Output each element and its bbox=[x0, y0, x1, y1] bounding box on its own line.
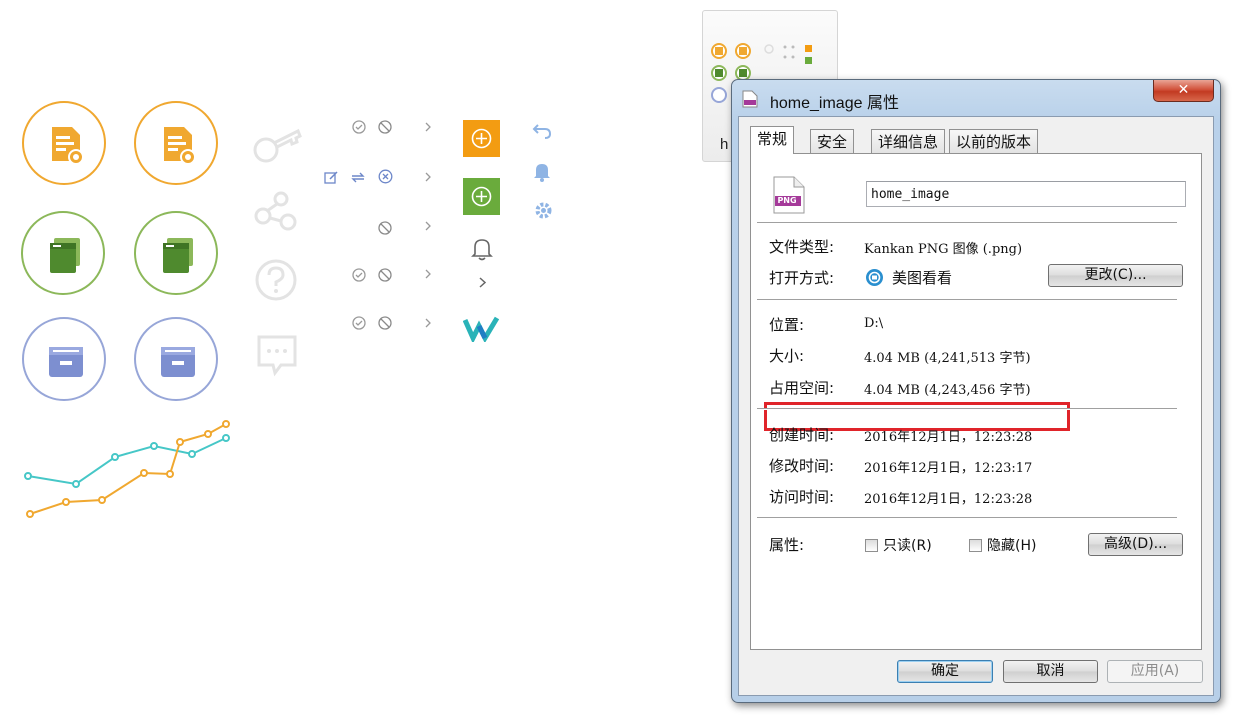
open-with-label: 打开方式: bbox=[769, 269, 835, 287]
share-nodes-icon bbox=[254, 191, 297, 231]
accessed-value: 2016年12月1日，12:23:28 bbox=[864, 492, 1033, 507]
modified-value: 2016年12月1日，12:23:17 bbox=[864, 461, 1033, 476]
size-value: 4.04 MB (4,241,513 字节) bbox=[864, 351, 1031, 366]
chevron-right-icon bbox=[425, 318, 431, 328]
chevron-right-icon bbox=[479, 277, 487, 288]
close-button[interactable]: ✕ bbox=[1153, 80, 1214, 102]
line-graph-decoration-icon bbox=[24, 420, 230, 518]
tab-details[interactable]: 详细信息 bbox=[871, 129, 946, 153]
png-file-icon bbox=[742, 90, 758, 108]
archive-box-icon bbox=[134, 317, 218, 401]
readonly-label[interactable]: 只读(R) bbox=[883, 535, 932, 555]
cancel-button[interactable]: 取消 bbox=[1003, 660, 1098, 683]
divider bbox=[757, 222, 1177, 224]
file-type-value: Kankan PNG 图像 (.png) bbox=[864, 242, 1023, 257]
change-button[interactable]: 更改(C)... bbox=[1048, 264, 1183, 287]
apply-button[interactable]: 应用(A) bbox=[1107, 660, 1203, 683]
filename-input[interactable] bbox=[866, 181, 1186, 207]
check-circle-icon bbox=[352, 268, 366, 282]
divider bbox=[757, 517, 1177, 519]
ban-icon bbox=[378, 268, 392, 282]
location-value: D:\ bbox=[864, 316, 884, 331]
key-icon bbox=[253, 128, 302, 163]
attributes-label: 属性: bbox=[769, 536, 805, 554]
divider bbox=[757, 299, 1177, 301]
file-type-label: 文件类型: bbox=[769, 238, 835, 256]
dialog-client-area: 常规 安全 详细信息 以前的版本 PNG 文件类型: Kankan PNG 图像… bbox=[738, 116, 1214, 696]
bell-outline-icon bbox=[471, 239, 493, 261]
ban-icon bbox=[378, 120, 392, 134]
size-on-disk-label: 占用空间: bbox=[769, 379, 835, 397]
ban-icon bbox=[378, 316, 392, 330]
folder-stack-icon bbox=[134, 211, 218, 295]
size-on-disk-value: 4.04 MB (4,243,456 字节) bbox=[864, 383, 1031, 398]
chevron-right-icon bbox=[425, 172, 431, 182]
chevron-right-icon bbox=[425, 122, 431, 132]
divider bbox=[757, 408, 1177, 410]
readonly-checkbox[interactable] bbox=[865, 539, 878, 552]
tab-security[interactable]: 安全 bbox=[810, 129, 855, 153]
document-badge-icon bbox=[134, 101, 218, 185]
size-label: 大小: bbox=[769, 347, 805, 365]
archive-box-icon bbox=[22, 317, 106, 401]
tab-previous-versions[interactable]: 以前的版本 bbox=[949, 129, 1039, 153]
help-circle-icon bbox=[255, 259, 297, 301]
document-badge-icon bbox=[22, 101, 106, 185]
advanced-button[interactable]: 高级(D)... bbox=[1088, 533, 1183, 556]
check-circle-icon bbox=[352, 316, 366, 330]
chat-bubble-icon bbox=[257, 335, 297, 377]
ok-button[interactable]: 确定 bbox=[897, 660, 993, 683]
open-with-value: 美图看看 bbox=[892, 269, 953, 287]
png-file-large-icon bbox=[773, 176, 805, 214]
check-circle-icon bbox=[352, 120, 366, 134]
thumbnail-label: h bbox=[720, 136, 729, 153]
hidden-checkbox[interactable] bbox=[969, 539, 982, 552]
undo-arrow-icon bbox=[532, 124, 552, 139]
accessed-label: 访问时间: bbox=[769, 488, 835, 506]
hidden-label[interactable]: 隐藏(H) bbox=[987, 535, 1036, 555]
close-circle-icon bbox=[378, 169, 393, 184]
ban-icon bbox=[378, 221, 392, 235]
add-orange-icon bbox=[463, 120, 500, 157]
general-tab-panel: PNG 文件类型: Kankan PNG 图像 (.png) 打开方式: 美图看… bbox=[750, 153, 1202, 650]
brand-logo-icon bbox=[463, 316, 500, 342]
chevron-right-icon bbox=[425, 269, 431, 279]
tab-general[interactable]: 常规 bbox=[750, 126, 795, 154]
meitu-app-icon bbox=[866, 269, 883, 286]
close-icon: ✕ bbox=[1177, 82, 1190, 98]
created-value: 2016年12月1日，12:23:28 bbox=[864, 430, 1033, 445]
dialog-title: home_image 属性 bbox=[770, 95, 899, 112]
created-label: 创建时间: bbox=[769, 426, 835, 444]
location-label: 位置: bbox=[769, 316, 805, 334]
dialog-titlebar[interactable]: home_image 属性 ✕ bbox=[732, 80, 1220, 116]
bell-filled-icon bbox=[534, 164, 550, 182]
modified-label: 修改时间: bbox=[769, 457, 835, 475]
chevron-right-icon bbox=[425, 221, 431, 231]
edit-icon bbox=[324, 171, 338, 184]
properties-dialog: home_image 属性 ✕ 常规 安全 详细信息 以前的版本 PNG 文件类… bbox=[731, 79, 1221, 703]
settings-gear-icon bbox=[535, 202, 552, 219]
add-green-icon bbox=[463, 178, 500, 215]
file-icon-text: PNG bbox=[777, 196, 797, 205]
folder-stack-icon bbox=[21, 211, 105, 295]
swap-arrows-icon bbox=[351, 172, 365, 183]
